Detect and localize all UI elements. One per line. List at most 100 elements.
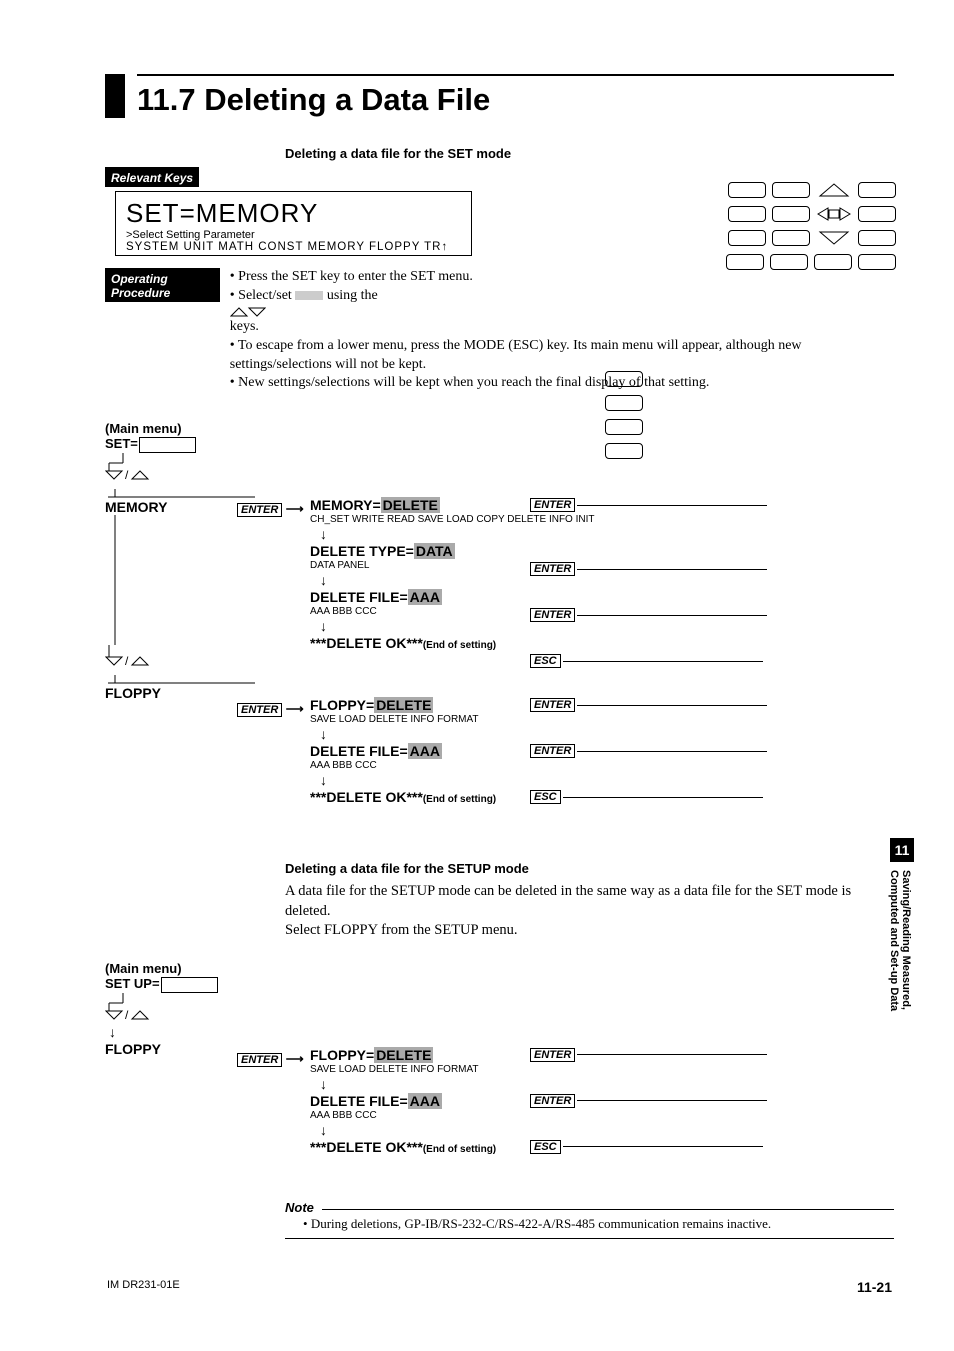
down-arrow-icon: ↓ (320, 526, 595, 542)
svg-text:/: / (125, 468, 129, 482)
memory-label: MEMORY (105, 499, 255, 515)
lcd-options: SYSTEM UNIT MATH CONST MEMORY FLOPPY TR↑ (126, 241, 461, 253)
branch-line-memory (105, 489, 255, 499)
key-r4c3[interactable] (814, 254, 852, 270)
enter-key-floppy-2: ENTER (237, 1053, 282, 1067)
enter-key-7: ENTER (530, 1094, 575, 1108)
enter-key-5: ENTER (530, 744, 575, 758)
arrow-icon-1: ⟶ (286, 502, 304, 516)
floppy-opts-1: SAVE LOAD DELETE INFO FORMAT (310, 714, 496, 725)
up-down-keys-icon (230, 306, 266, 318)
set-blank-field (139, 437, 196, 453)
key-r3c4[interactable] (858, 230, 896, 246)
arrow-icon-2: ⟶ (286, 702, 304, 716)
end-of-setting-3: (End of setting) (423, 1144, 496, 1155)
enter-key-2: ENTER (530, 562, 575, 576)
memory-eq-label: MEMORY=DELETE (310, 497, 440, 513)
enter-key-memory: ENTER (237, 503, 282, 517)
key-r3c2[interactable] (772, 230, 810, 246)
setup-body-1: A data file for the SETUP mode can be de… (285, 882, 894, 921)
keypad-panel (726, 182, 896, 270)
up-key-icon[interactable] (816, 182, 852, 198)
key-r1c1[interactable] (728, 182, 766, 198)
footer-page-number: 11-21 (857, 1279, 892, 1295)
up-down-nav-icon-3: / (105, 993, 165, 1023)
key-r2c2[interactable] (772, 206, 810, 222)
floppy-opts-2: SAVE LOAD DELETE INFO FORMAT (310, 1064, 496, 1075)
setup-blank-field (161, 977, 218, 993)
memory-opts: CH_SET WRITE READ SAVE LOAD COPY DELETE … (310, 514, 595, 525)
esc-key-3: ESC (530, 1140, 561, 1154)
down-arrow-icon: ↓ (320, 772, 496, 788)
setup-body-2: Select FLOPPY from the SETUP menu. (285, 921, 894, 941)
delete-file-label-3: DELETE FILE=AAA (310, 1093, 442, 1109)
key-r4c1[interactable] (726, 254, 764, 270)
footer-doc-id: IM DR231-01E (107, 1279, 180, 1295)
delete-ok-label-3: ***DELETE OK*** (310, 1139, 423, 1155)
up-down-nav-icon-2: / (105, 645, 165, 675)
down-arrow-icon: ↓ (320, 726, 496, 742)
esc-key-2: ESC (530, 790, 561, 804)
delete-ok-label-2: ***DELETE OK*** (310, 789, 423, 805)
delete-file-label-1: DELETE FILE=AAA (310, 589, 442, 605)
note-body: • During deletions, GP-IB/RS-232-C/RS-42… (285, 1210, 894, 1239)
enter-key-1: ENTER (530, 498, 575, 512)
branch-line-floppy (105, 675, 255, 685)
floppy-eq-label-1: FLOPPY=DELETE (310, 697, 433, 713)
vert-line-memory (105, 515, 125, 645)
bullet-3: To escape from a lower menu, press the M… (230, 337, 894, 375)
up-down-nav-icon-1: / (105, 453, 165, 483)
down-arrow-icon: ↓ (109, 1024, 218, 1040)
main-menu-label-1: (Main menu) (105, 421, 255, 436)
bullet-2: Select/set using the keys. (230, 287, 894, 337)
down-arrow-icon: ↓ (320, 1076, 496, 1092)
bullet-1: Press the SET key to enter the SET menu. (230, 268, 894, 287)
relevant-keys-label: Relevant Keys (105, 167, 199, 187)
key-r3c1[interactable] (728, 230, 766, 246)
setup-field-label: SET UP= (105, 976, 218, 993)
chapter-tab-text: Saving/Reading Measured,Computed and Set… (888, 870, 912, 1011)
down-key-icon[interactable] (816, 230, 852, 246)
cursor-field-icon (295, 291, 323, 300)
key-r4c2[interactable] (770, 254, 808, 270)
lcd-panel: SET=MEMORY >Select Setting Parameter SYS… (115, 191, 472, 256)
floppy-label-2: FLOPPY (105, 1041, 218, 1057)
bullet-4: New settings/selections will be kept whe… (230, 374, 894, 393)
end-of-setting-1: (End of setting) (423, 640, 496, 651)
section-subhead-setup: Deleting a data file for the SETUP mode (285, 861, 894, 876)
key-r1c4[interactable] (858, 182, 896, 198)
svg-text:/: / (125, 654, 129, 668)
svg-text:/: / (125, 1008, 129, 1022)
delete-file-opts-2: AAA BBB CCC (310, 760, 496, 771)
key-r2c4[interactable] (858, 206, 896, 222)
down-arrow-icon: ↓ (320, 1122, 496, 1138)
arrow-icon-3: ⟶ (286, 1052, 304, 1066)
enter-key-floppy: ENTER (237, 703, 282, 717)
delete-type-label: DELETE TYPE=DATA (310, 543, 455, 559)
enter-key-6: ENTER (530, 1048, 575, 1062)
softkey-2[interactable] (605, 395, 643, 411)
key-r1c2[interactable] (772, 182, 810, 198)
operating-procedure-label: Operating Procedure (105, 268, 220, 302)
floppy-eq-label-2: FLOPPY=DELETE (310, 1047, 433, 1063)
esc-key-1: ESC (530, 654, 561, 668)
chapter-tab: 11 (890, 838, 914, 862)
delete-ok-label-1: ***DELETE OK*** (310, 635, 423, 651)
main-menu-label-2: (Main menu) (105, 961, 218, 976)
heading-bar (105, 74, 125, 118)
enter-key-3: ENTER (530, 608, 575, 622)
note-heading: Note (285, 1200, 322, 1215)
key-r4c4[interactable] (858, 254, 896, 270)
key-r2c1[interactable] (728, 206, 766, 222)
delete-file-label-2: DELETE FILE=AAA (310, 743, 442, 759)
lcd-select-prompt: >Select Setting Parameter (126, 229, 461, 241)
page-heading: 11.7 Deleting a Data File (137, 74, 894, 118)
section-subhead-set: Deleting a data file for the SET mode (285, 146, 894, 161)
left-right-key-icon[interactable] (816, 206, 852, 222)
set-field-label: SET= (105, 436, 255, 453)
procedure-bullets: Press the SET key to enter the SET menu.… (230, 268, 894, 393)
enter-key-4: ENTER (530, 698, 575, 712)
softkey-1[interactable] (605, 371, 643, 387)
end-of-setting-2: (End of setting) (423, 794, 496, 805)
lcd-mode-line: SET=MEMORY (126, 198, 461, 229)
